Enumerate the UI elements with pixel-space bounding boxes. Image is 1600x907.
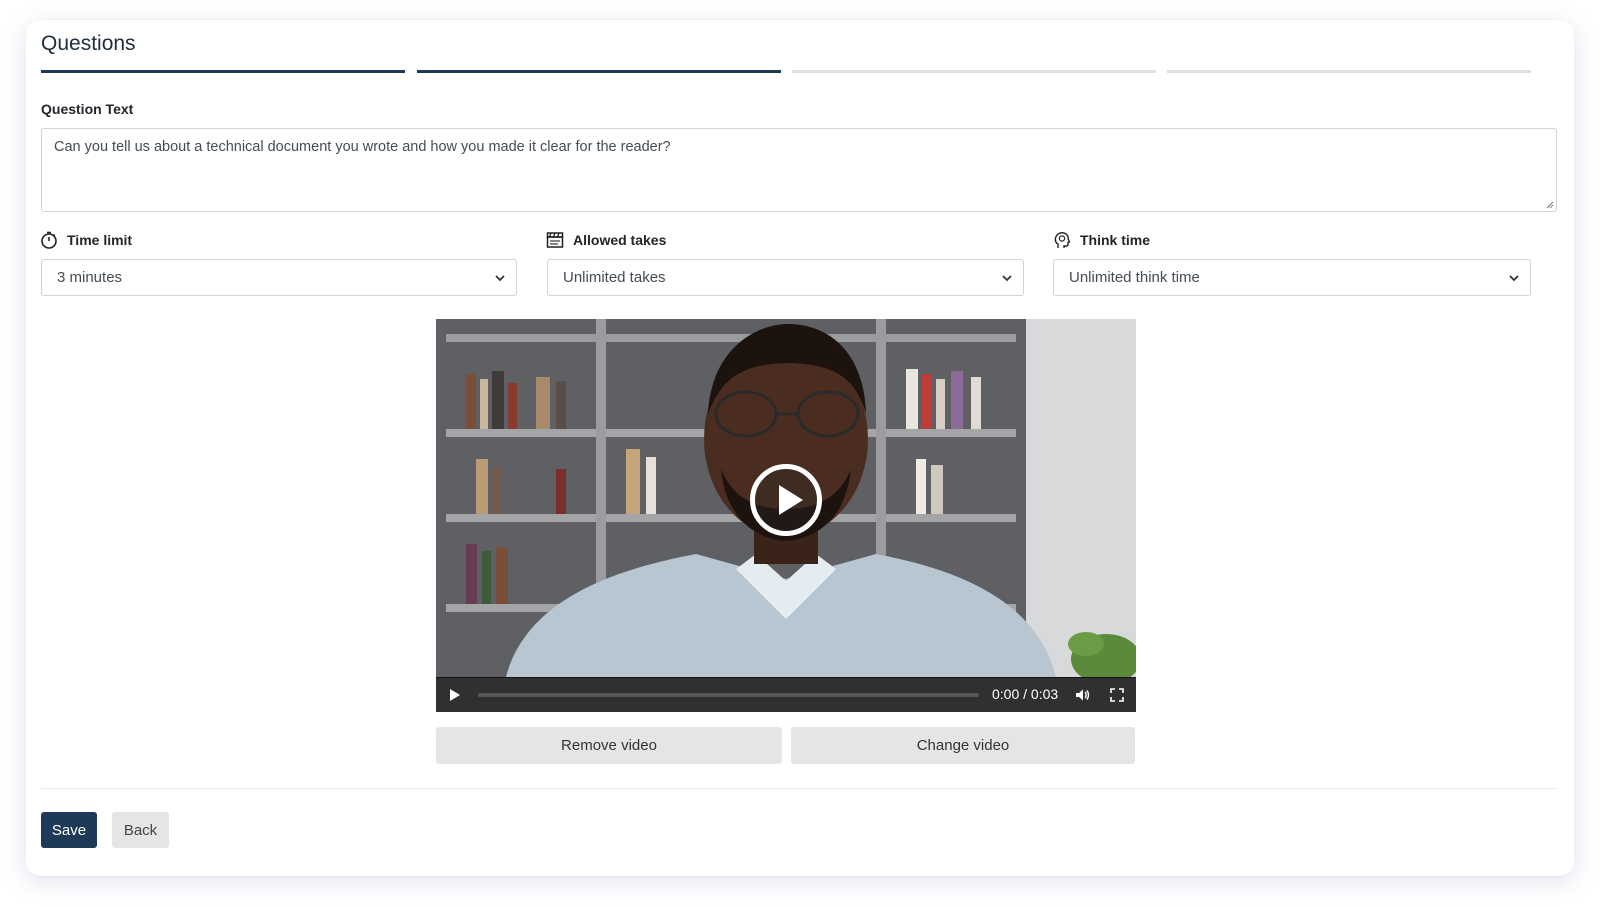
allowed-takes-value: Unlimited takes (563, 269, 666, 286)
think-time-select[interactable]: Unlimited think time (1053, 259, 1531, 296)
step-1-bar (41, 70, 405, 73)
time-limit-select[interactable]: 3 minutes (41, 259, 517, 296)
question-text-label: Question Text (41, 101, 134, 117)
fullscreen-icon[interactable] (1110, 688, 1124, 702)
clapperboard-icon (546, 232, 564, 248)
step-2-bar (417, 70, 781, 73)
question-editor-card: Questions Question Text Can you tell us … (26, 20, 1574, 876)
play-icon[interactable] (450, 689, 460, 701)
allowed-takes-select[interactable]: Unlimited takes (547, 259, 1024, 296)
step-3-bar (792, 70, 1156, 73)
stopwatch-icon (41, 231, 57, 249)
chevron-down-icon (495, 275, 505, 282)
video-time: 0:00 / 0:03 (992, 686, 1059, 702)
resize-grip-icon[interactable] (1546, 201, 1554, 209)
step-4-bar (1167, 70, 1531, 73)
time-limit-label: Time limit (40, 231, 132, 249)
big-play-button[interactable] (750, 464, 822, 536)
back-button[interactable]: Back (112, 812, 169, 848)
remove-video-button[interactable]: Remove video (436, 727, 782, 764)
video-progress-bar[interactable] (478, 693, 979, 697)
think-time-value: Unlimited think time (1069, 269, 1200, 286)
page-title: Questions (41, 32, 136, 55)
volume-icon[interactable] (1074, 687, 1090, 703)
step-progress (41, 70, 1557, 73)
footer-divider (41, 788, 1557, 789)
save-button[interactable]: Save (41, 812, 97, 848)
change-video-button[interactable]: Change video (791, 727, 1135, 764)
think-time-label-text: Think time (1080, 232, 1151, 248)
allowed-takes-label-text: Allowed takes (573, 232, 667, 248)
time-limit-value: 3 minutes (57, 269, 123, 286)
think-time-label: Think time (1053, 231, 1150, 249)
time-limit-label-text: Time limit (67, 232, 133, 248)
video-controls: 0:00 / 0:03 (436, 677, 1136, 712)
chevron-down-icon (1002, 275, 1012, 282)
video-player[interactable]: 0:00 / 0:03 (436, 319, 1136, 712)
allowed-takes-label: Allowed takes (546, 231, 666, 249)
chevron-down-icon (1509, 275, 1519, 282)
thinking-head-icon (1054, 232, 1071, 248)
question-text-value: Can you tell us about a technical docume… (54, 139, 671, 155)
question-text-input[interactable]: Can you tell us about a technical docume… (41, 128, 1557, 212)
